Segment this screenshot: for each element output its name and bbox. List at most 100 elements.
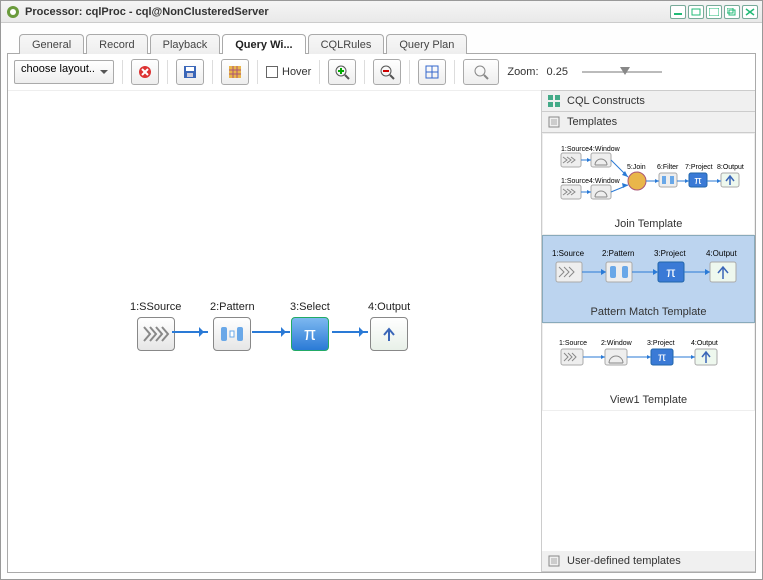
tab-query-wizard[interactable]: Query Wi... (222, 34, 305, 54)
svg-text:5:Join: 5:Join (627, 164, 646, 171)
template-pattern-thumb: 1:Source 2:Pattern 3:Project π 4: (545, 240, 752, 300)
pm-n2: 2:Pattern (602, 249, 634, 258)
zoom-slider-thumb[interactable] (620, 67, 630, 75)
restore-button[interactable] (724, 5, 740, 19)
zoom-value: 0.25 (547, 66, 568, 78)
zoom-out-button[interactable] (373, 59, 401, 85)
tab-playback[interactable]: Playback (150, 34, 221, 54)
pm-n1: 1:Source (552, 249, 585, 258)
tab-query-plan[interactable]: Query Plan (386, 34, 467, 54)
panel: choose layout.. Hover (7, 53, 756, 573)
save-button[interactable] (176, 59, 204, 85)
window-title: Processor: cqlProc - cql@NonClusteredSer… (25, 6, 670, 18)
zoom-in-icon (334, 64, 350, 80)
user-templates-icon (547, 554, 561, 568)
hover-label: Hover (282, 66, 311, 78)
grid-button[interactable] (221, 59, 249, 85)
v1-n1: 1:Source (559, 340, 587, 347)
app-icon (5, 4, 21, 20)
templates-header[interactable]: Templates (542, 112, 755, 133)
edge-2-3 (252, 331, 290, 333)
source-icon (137, 317, 175, 351)
tab-cqlrules[interactable]: CQLRules (308, 34, 385, 54)
template-pattern-match[interactable]: 1:Source 2:Pattern 3:Project π 4: (542, 235, 755, 323)
user-defined-templates-header[interactable]: User-defined templates (542, 551, 755, 572)
edge-1-2 (172, 331, 208, 333)
fit-icon (424, 64, 440, 80)
zoom-select-button[interactable] (463, 59, 499, 85)
user-defined-templates-label: User-defined templates (567, 555, 681, 567)
v1-n3: 3:Project (647, 340, 675, 347)
node-ssource[interactable]: 1:SSource (130, 301, 181, 351)
node-output[interactable]: 4:Output (368, 301, 410, 351)
tab-bar: General Record Playback Query Wi... CQLR… (7, 27, 756, 53)
magnifier-icon (473, 64, 489, 80)
maximize-button[interactable] (706, 5, 722, 19)
edge-3-4 (332, 331, 368, 333)
side-panel: CQL Constructs Templates 1:Source (541, 90, 755, 572)
template-view1-caption: View1 Template (545, 394, 752, 406)
node-pattern[interactable]: 2:Pattern (210, 301, 255, 351)
hover-toggle[interactable]: Hover (266, 66, 311, 78)
v1-n4: 4:Output (691, 340, 718, 347)
cql-constructs-header[interactable]: CQL Constructs (542, 91, 755, 112)
svg-text:π: π (694, 175, 702, 187)
hover-checkbox[interactable] (266, 66, 278, 78)
node-select[interactable]: 3:Select π (290, 301, 330, 351)
pi-icon: π (291, 317, 329, 351)
tab-general[interactable]: General (19, 34, 84, 54)
close-button[interactable] (742, 5, 758, 19)
toolbar-separator (122, 60, 123, 84)
zoom-in-button[interactable] (328, 59, 356, 85)
template-pattern-caption: Pattern Match Template (545, 306, 752, 318)
toolbar-separator (364, 60, 365, 84)
toolbar-separator (212, 60, 213, 84)
save-icon (182, 64, 198, 80)
toolbar-separator (319, 60, 320, 84)
constructs-icon (547, 94, 561, 108)
content-area: General Record Playback Query Wi... CQLR… (1, 23, 762, 579)
zoom-slider[interactable] (582, 64, 662, 80)
tab-record[interactable]: Record (86, 34, 147, 54)
svg-text:π: π (657, 350, 665, 364)
node-pattern-label: 2:Pattern (210, 301, 255, 313)
zoom-out-icon (379, 64, 395, 80)
templates-list: 1:Source 4:Window 1:Source (542, 133, 755, 551)
v1-n2: 2:Window (601, 340, 633, 347)
cancel-icon (137, 64, 153, 80)
node-ssource-label: 1:SSource (130, 301, 181, 313)
toolbar-separator (167, 60, 168, 84)
node-output-label: 4:Output (368, 301, 410, 313)
svg-text:4:Window: 4:Window (589, 146, 621, 153)
toolbar-separator (454, 60, 455, 84)
titlebar: Processor: cqlProc - cql@NonClusteredSer… (1, 1, 762, 23)
template-join-caption: Join Template (545, 218, 752, 230)
toolbar: choose layout.. Hover (8, 54, 755, 90)
templates-label: Templates (567, 116, 617, 128)
template-join[interactable]: 1:Source 4:Window 1:Source (542, 133, 755, 235)
pm-n4: 4:Output (706, 249, 737, 258)
pm-n3: 3:Project (654, 249, 686, 258)
work-area: 1:SSource 2:Pattern 3:Select π 4:Output (8, 90, 755, 572)
layout-select[interactable]: choose layout.. (14, 60, 114, 84)
grid-icon (227, 64, 243, 80)
canvas[interactable]: 1:SSource 2:Pattern 3:Select π 4:Output (8, 90, 541, 572)
cql-constructs-label: CQL Constructs (567, 95, 645, 107)
app-window: Processor: cqlProc - cql@NonClusteredSer… (0, 0, 763, 580)
svg-text:π: π (666, 264, 676, 280)
svg-text:6:Filter: 6:Filter (657, 164, 679, 171)
fit-button[interactable] (418, 59, 446, 85)
zoom-label: Zoom: (507, 66, 538, 78)
minimize-button[interactable] (670, 5, 686, 19)
window-buttons (670, 5, 758, 19)
svg-text:1:Source: 1:Source (561, 146, 589, 153)
template-view1-thumb: 1:Source 2:Window 3:Project π 4:O (545, 328, 752, 388)
clear-button[interactable] (131, 59, 159, 85)
template-view1[interactable]: 1:Source 2:Window 3:Project π 4:O (542, 323, 755, 411)
restore-down-button[interactable] (688, 5, 704, 19)
pattern-icon (213, 317, 251, 351)
svg-text:4:Window: 4:Window (589, 178, 621, 185)
toolbar-separator (409, 60, 410, 84)
templates-icon (547, 115, 561, 129)
output-icon (370, 317, 408, 351)
